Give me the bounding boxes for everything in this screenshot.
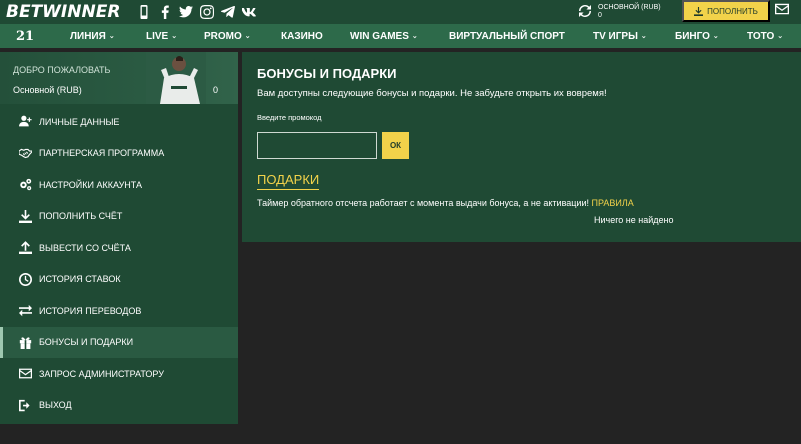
chevron-down-icon: ⌄ — [244, 33, 251, 40]
twitter-icon[interactable] — [178, 5, 193, 20]
transfer-icon — [17, 303, 33, 319]
nav-item-label: КАЗИНО — [281, 30, 323, 42]
nav-item-label: LIVE — [146, 30, 169, 42]
account-info: ОСНОВНОЙ (RUB) 0 — [598, 4, 661, 20]
sidebar-item-transfer-history[interactable]: ИСТОРИЯ ПЕРЕВОДОВ — [0, 295, 238, 327]
logout-icon — [17, 397, 33, 413]
download-icon — [694, 6, 704, 16]
welcome-text: ДОБРО ПОЖАЛОВАТЬ — [13, 65, 111, 75]
promo-ok-button[interactable]: ОК — [382, 132, 409, 159]
mobile-icon[interactable] — [136, 5, 151, 20]
sidebar-item-affiliate-program[interactable]: ПАРТНЕРСКАЯ ПРОГРАММА — [0, 138, 238, 170]
envelope-icon — [775, 3, 789, 15]
nav-item-9[interactable]: ТОТО ⌄ — [747, 24, 783, 48]
gift-icon — [17, 334, 33, 350]
facebook-icon[interactable] — [157, 5, 172, 20]
timer-note: Таймер обратного отсчета работает с моме… — [257, 198, 634, 208]
sidebar-item-bonuses[interactable]: БОНУСЫ И ПОДАРКИ — [0, 326, 238, 358]
nav-item-label: TV ИГРЫ — [593, 30, 638, 42]
sidebar-item-label: ИСТОРИЯ СТАВОК — [39, 274, 121, 285]
nav-item-label: ВИРТУАЛЬНЫЙ СПОРТ — [449, 30, 565, 42]
sidebar-item-label: ПОПОЛНИТЬ СЧЁТ — [39, 211, 123, 222]
nav-item-8[interactable]: БИНГО ⌄ — [675, 24, 719, 48]
sidebar-item-label: ЛИЧНЫЕ ДАННЫЕ — [39, 116, 120, 127]
promo-code-input[interactable] — [257, 132, 377, 159]
timer-text: Таймер обратного отсчета работает с моме… — [257, 198, 589, 208]
messages[interactable] — [775, 2, 797, 20]
promo-label: Введите промокод — [257, 113, 322, 122]
logo[interactable]: BETWINNER — [0, 2, 120, 22]
handshake-icon — [17, 145, 33, 161]
rules-link[interactable]: ПРАВИЛА — [592, 198, 634, 208]
nav-item-label: ЛИНИЯ — [70, 30, 106, 42]
player-photo — [146, 52, 206, 104]
nav-item-3[interactable]: PROMO ⌄ — [204, 24, 251, 48]
deposit-button[interactable]: ПОПОЛНИТЬ — [682, 0, 770, 22]
nav-item-label: PROMO — [204, 30, 242, 42]
sidebar-item-deposit[interactable]: ПОПОЛНИТЬ СЧЁТ — [0, 201, 238, 233]
account-balance: 0 — [598, 12, 602, 19]
gifts-heading: ПОДАРКИ — [257, 172, 320, 190]
logo-bet: BET — [6, 2, 43, 22]
refresh-icon[interactable] — [579, 4, 595, 20]
welcome-banner: ДОБРО ПОЖАЛОВАТЬ Основной (RUB) 0 — [0, 52, 238, 104]
sidebar: ДОБРО ПОЖАЛОВАТЬ Основной (RUB) 0 ЛИЧНЫЕ… — [0, 52, 238, 424]
page-subtitle: Вам доступны следующие бонусы и подарки.… — [257, 88, 607, 99]
clock-icon — [17, 271, 33, 287]
user-add-icon — [17, 114, 33, 130]
sidebar-item-personal-data[interactable]: ЛИЧНЫЕ ДАННЫЕ — [0, 106, 238, 138]
sidebar-menu: ЛИЧНЫЕ ДАННЫЕ ПАРТНЕРСКАЯ ПРОГРАММА НАСТРО… — [0, 106, 238, 421]
upload-icon — [17, 240, 33, 256]
main-nav: 21 ЛИНИЯ ⌄ LIVE ⌄ PROMO ⌄ КАЗИНО WIN GAMES ⌄ ВИРТ… — [0, 24, 801, 48]
sidebar-item-bet-history[interactable]: ИСТОРИЯ СТАВОК — [0, 264, 238, 296]
sidebar-item-label: ВЫВЕСТИ СО СЧЁТА — [39, 242, 131, 253]
chevron-down-icon: ⌄ — [640, 33, 647, 40]
nav-items: ЛИНИЯ ⌄ LIVE ⌄ PROMO ⌄ КАЗИНО WIN GAMES ⌄ ВИРТУАЛ… — [0, 24, 801, 48]
download-icon — [17, 208, 33, 224]
nav-item-label: WIN GAMES — [350, 30, 409, 42]
bonuses-panel: БОНУСЫ И ПОДАРКИ Вам доступны следующие … — [242, 52, 801, 242]
chevron-down-icon: ⌄ — [777, 33, 784, 40]
nav-item-label: ТОТО — [747, 30, 775, 42]
sidebar-item-withdraw[interactable]: ВЫВЕСТИ СО СЧЁТА — [0, 232, 238, 264]
chevron-down-icon: ⌄ — [171, 33, 178, 40]
nav-item-1[interactable]: ЛИНИЯ ⌄ — [70, 24, 115, 48]
nav-item-6[interactable]: ВИРТУАЛЬНЫЙ СПОРТ — [449, 24, 565, 48]
chevron-down-icon: ⌄ — [411, 33, 418, 40]
chevron-down-icon: ⌄ — [712, 33, 719, 40]
empty-state: Ничего не найдено — [594, 215, 674, 225]
sidebar-item-label: ЗАПРОС АДМИНИСТРАТОРУ — [39, 368, 164, 379]
top-bar: BETWINNER ОСНОВНОЙ (RUB) 0 ПОПОЛНИТЬ — [0, 0, 801, 24]
social-links — [136, 5, 256, 20]
deposit-label: ПОПОЛНИТЬ — [707, 6, 758, 16]
nav-item-2[interactable]: LIVE ⌄ — [146, 24, 177, 48]
sidebar-item-account-settings[interactable]: НАСТРОЙКИ АККАУНТА — [0, 169, 238, 201]
sidebar-item-logout[interactable]: ВЫХОД — [0, 390, 238, 422]
nav-item-5[interactable]: WIN GAMES ⌄ — [350, 24, 418, 48]
sidebar-item-label: БОНУСЫ И ПОДАРКИ — [39, 337, 134, 348]
page-title: БОНУСЫ И ПОДАРКИ — [257, 66, 397, 81]
instagram-icon[interactable] — [199, 5, 214, 20]
sidebar-account-name: Основной (RUB) — [13, 85, 82, 95]
vk-icon[interactable] — [241, 5, 256, 20]
sidebar-item-admin-request[interactable]: ЗАПРОС АДМИНИСТРАТОРУ — [0, 358, 238, 390]
sidebar-account-balance: 0 — [213, 85, 219, 95]
nav-item-7[interactable]: TV ИГРЫ ⌄ — [593, 24, 647, 48]
sidebar-item-label: ВЫХОД — [39, 400, 72, 411]
telegram-icon[interactable] — [220, 5, 235, 20]
sidebar-item-label: ИСТОРИЯ ПЕРЕВОДОВ — [39, 305, 142, 316]
account-label: ОСНОВНОЙ (RUB) — [598, 4, 661, 11]
logo-winner: WINNER — [42, 2, 121, 22]
nav-item-label: БИНГО — [675, 30, 710, 42]
nav-item-4[interactable]: КАЗИНО — [281, 24, 323, 48]
sidebar-item-label: НАСТРОЙКИ АККАУНТА — [39, 179, 143, 190]
sidebar-item-label: ПАРТНЕРСКАЯ ПРОГРАММА — [39, 148, 165, 159]
gears-icon — [17, 177, 33, 193]
envelope-icon — [17, 366, 33, 382]
chevron-down-icon: ⌄ — [108, 33, 115, 40]
account-box[interactable]: ОСНОВНОЙ (RUB) 0 — [575, 0, 675, 24]
page: BETWINNER ОСНОВНОЙ (RUB) 0 ПОПОЛНИТЬ 21 … — [0, 0, 801, 444]
